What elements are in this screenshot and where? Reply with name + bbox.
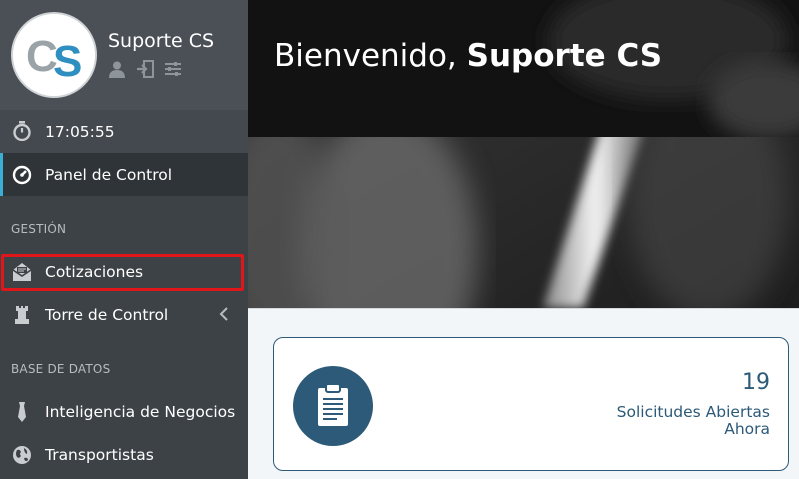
hero-banner: Bienvenido, Suporte CS	[248, 0, 799, 308]
settings-sliders-icon[interactable]	[164, 60, 182, 78]
profile-actions	[108, 60, 182, 78]
username: Suporte CS	[108, 30, 215, 52]
chevron-left-icon[interactable]	[218, 306, 230, 322]
sidebar-item-label: Panel de Control	[45, 165, 173, 184]
globe-icon	[12, 445, 32, 465]
clock-time: 17:05:55	[45, 122, 115, 141]
stat-card-open-requests[interactable]: 19 Solicitudes Abiertas Ahora	[273, 337, 789, 471]
greeting-text: Bienvenido,	[274, 38, 467, 74]
sidebar: C S Suporte CS 17:05:55 Panel de Control	[0, 0, 248, 479]
sidebar-item-label: Cotizaciones	[45, 262, 144, 281]
avatar[interactable]: C S	[11, 12, 97, 98]
sidebar-item-label: Transportistas	[45, 445, 154, 464]
stat-label: Solicitudes Abiertas Ahora	[616, 403, 770, 438]
clock-row: 17:05:55	[0, 110, 248, 153]
stat-count: 19	[742, 370, 770, 395]
stopwatch-icon	[12, 121, 32, 142]
section-label-gestion: GESTIÓN	[11, 222, 67, 236]
sidebar-item-label: Torre de Control	[45, 305, 169, 324]
dashboard-icon	[12, 165, 32, 185]
clipboard-icon	[318, 383, 348, 426]
sidebar-item-label: Inteligencia de Negocios	[45, 402, 236, 421]
tie-icon	[12, 402, 32, 422]
sidebar-item-panel-de-control[interactable]: Panel de Control	[0, 153, 248, 196]
chess-rook-icon	[12, 305, 32, 325]
svg-text:S: S	[53, 37, 82, 86]
sidebar-item-torre-de-control[interactable]: Torre de Control	[0, 293, 248, 336]
user-icon[interactable]	[108, 60, 126, 78]
sidebar-item-cotizaciones[interactable]: Cotizaciones	[0, 250, 248, 293]
stat-icon-circle	[293, 366, 373, 446]
greeting-username: Suporte CS	[466, 38, 663, 74]
sidebar-item-transportistas[interactable]: Transportistas	[0, 433, 248, 476]
dashboard-content: 19 Solicitudes Abiertas Ahora	[248, 308, 799, 479]
envelope-open-icon	[12, 262, 32, 282]
welcome-heading: Bienvenido, Suporte CS	[274, 38, 662, 74]
sidebar-item-inteligencia-de-negocios[interactable]: Inteligencia de Negocios	[0, 390, 248, 433]
profile-panel: C S Suporte CS	[0, 0, 248, 110]
section-label-base-de-datos: BASE DE DATOS	[11, 362, 111, 376]
logout-icon[interactable]	[136, 60, 154, 78]
